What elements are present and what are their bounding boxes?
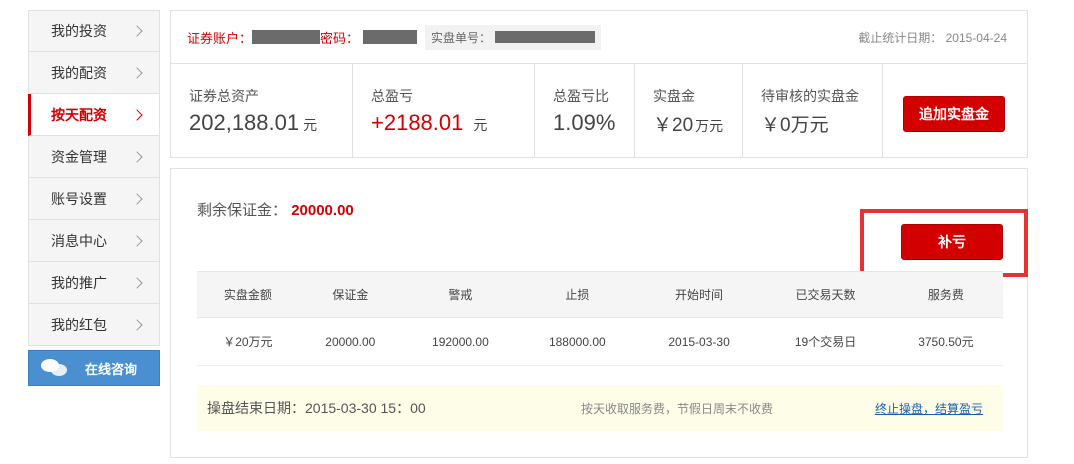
online-consult-label: 在线咨询 <box>85 361 138 377</box>
fee-note: 按天收取服务费，节假日周末不收费 <box>581 401 774 416</box>
cell-warning: 192000.00 <box>401 317 519 366</box>
chevron-right-icon <box>131 66 143 79</box>
table-row: ￥20万元 20000.00 192000.00 188000.00 2015-… <box>197 317 1003 366</box>
col-start-time: 开始时间 <box>635 271 763 318</box>
stat-real-fund: 实盘金 ￥20 万元 <box>635 64 743 157</box>
terminate-trading-link[interactable]: 终止操盘，结算盈亏 <box>875 400 983 417</box>
total-pnl-value: +2188.01 <box>371 110 464 135</box>
order-label: 实盘单号： <box>431 30 492 45</box>
online-consult-button[interactable]: 在线咨询 <box>28 350 160 386</box>
chevron-right-icon <box>131 192 143 205</box>
stat-date: 截止统计日期： 2015-04-24 <box>858 29 1007 46</box>
end-date-bar: 操盘结束日期：2015-03-30 15：00 按天收取服务费，节假日周末不收费… <box>197 385 1003 431</box>
sidebar-item-label: 我的红包 <box>51 316 107 333</box>
col-real-amount: 实盘金额 <box>197 271 299 318</box>
sidebar-item-my-red-packet[interactable]: 我的红包 <box>28 304 160 346</box>
remaining-margin-label: 剩余保证金： <box>197 202 288 219</box>
stats-row: 证券总资产 202,188.01 元 总盈亏 +2188.01 元 总盈亏比 1.0… <box>170 64 1028 158</box>
chevron-right-icon <box>131 150 143 163</box>
chevron-right-icon <box>131 25 143 37</box>
allocation-panel: 剩余保证金： 20000.00 补亏 实盘金额 保证金 警戒 止损 开始时间 已… <box>170 168 1028 458</box>
real-fund-unit: 万元 <box>695 118 724 134</box>
order-number: 实盘单号： <box>425 24 602 50</box>
stat-value: 202,188.01 元 <box>189 110 352 136</box>
sidebar-item-message-center[interactable]: 消息中心 <box>28 220 160 262</box>
total-assets-unit: 元 <box>303 117 318 133</box>
chevron-right-icon <box>131 318 143 331</box>
pending-fund-value: ￥0万元 <box>761 115 829 136</box>
chevron-right-icon <box>131 234 143 247</box>
col-stop-loss: 止损 <box>518 271 636 318</box>
cell-margin: 20000.00 <box>298 317 402 366</box>
cell-days-traded: 19个交易日 <box>762 317 889 366</box>
sidebar: 我的投资 我的配资 按天配资 资金管理 账号设置 消息中心 我的推广 我的红包 … <box>28 10 160 386</box>
remaining-margin: 剩余保证金： 20000.00 <box>197 199 354 220</box>
col-service-fee: 服务费 <box>888 271 1003 318</box>
stat-total-pnl: 总盈亏 +2188.01 元 <box>353 64 535 157</box>
account-value-redacted <box>252 30 321 44</box>
allocation-table: 实盘金额 保证金 警戒 止损 开始时间 已交易天数 服务费 ￥20万元 2000… <box>197 271 1003 366</box>
stat-value: ￥20 万元 <box>653 110 742 137</box>
table-header-row: 实盘金额 保证金 警戒 止损 开始时间 已交易天数 服务费 <box>197 271 1003 318</box>
order-value-redacted <box>495 31 596 43</box>
sidebar-item-fund-management[interactable]: 资金管理 <box>28 136 160 178</box>
stat-total-assets: 证券总资产 202,188.01 元 <box>171 64 353 157</box>
sidebar-item-daily-allocation[interactable]: 按天配资 <box>28 94 160 136</box>
cell-start-time: 2015-03-30 <box>635 317 763 366</box>
password-value-redacted <box>363 30 418 44</box>
stat-value: +2188.01 元 <box>371 110 534 136</box>
stat-date-value: 2015-04-24 <box>945 30 1007 45</box>
stat-title: 实盘金 <box>653 88 695 104</box>
sidebar-item-my-investment[interactable]: 我的投资 <box>28 10 160 52</box>
pnl-ratio-value: 1.09% <box>553 110 616 135</box>
cell-service-fee: 3750.50元 <box>888 317 1003 366</box>
col-margin: 保证金 <box>298 271 402 318</box>
sidebar-item-label: 资金管理 <box>51 148 107 165</box>
stat-title: 总盈亏 <box>371 88 413 104</box>
account-label: 证券账户： <box>187 30 253 46</box>
account-info-bar: 证券账户： 密码： 实盘单号： 截止统计日期： 2015-04-24 <box>170 10 1028 64</box>
cover-loss-button[interactable]: 补亏 <box>901 224 1003 260</box>
sidebar-item-label: 我的投资 <box>51 23 107 39</box>
sidebar-item-label: 账号设置 <box>51 190 107 207</box>
total-assets-value: 202,188.01 <box>189 110 300 135</box>
stat-pnl-ratio: 总盈亏比 1.09% <box>535 64 635 157</box>
sidebar-item-label: 消息中心 <box>51 232 107 249</box>
cell-real-amount: ￥20万元 <box>197 317 299 366</box>
stat-date-label: 截止统计日期： <box>858 30 943 45</box>
col-warning: 警戒 <box>401 271 519 318</box>
stat-title: 待审核的实盘金 <box>761 88 859 104</box>
password-label: 密码： <box>320 30 360 46</box>
real-fund-value: ￥20 <box>653 115 694 136</box>
sidebar-item-label: 按天配资 <box>51 106 107 123</box>
stat-title: 总盈亏比 <box>553 88 609 104</box>
sidebar-item-account-settings[interactable]: 账号设置 <box>28 178 160 220</box>
add-real-fund-button[interactable]: 追加实盘金 <box>903 96 1005 132</box>
stat-pending-fund: 待审核的实盘金 ￥0万元 <box>743 64 883 157</box>
chat-bubble-icon <box>41 359 67 377</box>
sidebar-item-label: 我的推广 <box>51 274 107 291</box>
add-fund-cell: 追加实盘金 <box>883 64 1027 157</box>
chevron-right-icon <box>131 276 143 289</box>
chevron-right-icon <box>131 108 143 121</box>
end-date-text: 操盘结束日期：2015-03-30 15：00 <box>207 400 426 416</box>
total-pnl-unit: 元 <box>473 117 488 133</box>
stat-title: 证券总资产 <box>189 88 259 104</box>
col-days-traded: 已交易天数 <box>762 271 889 318</box>
sidebar-item-label: 我的配资 <box>51 64 107 81</box>
remaining-margin-value: 20000.00 <box>291 202 354 219</box>
sidebar-item-my-allocation[interactable]: 我的配资 <box>28 52 160 94</box>
sidebar-item-my-promotion[interactable]: 我的推广 <box>28 262 160 304</box>
cell-stop-loss: 188000.00 <box>518 317 636 366</box>
